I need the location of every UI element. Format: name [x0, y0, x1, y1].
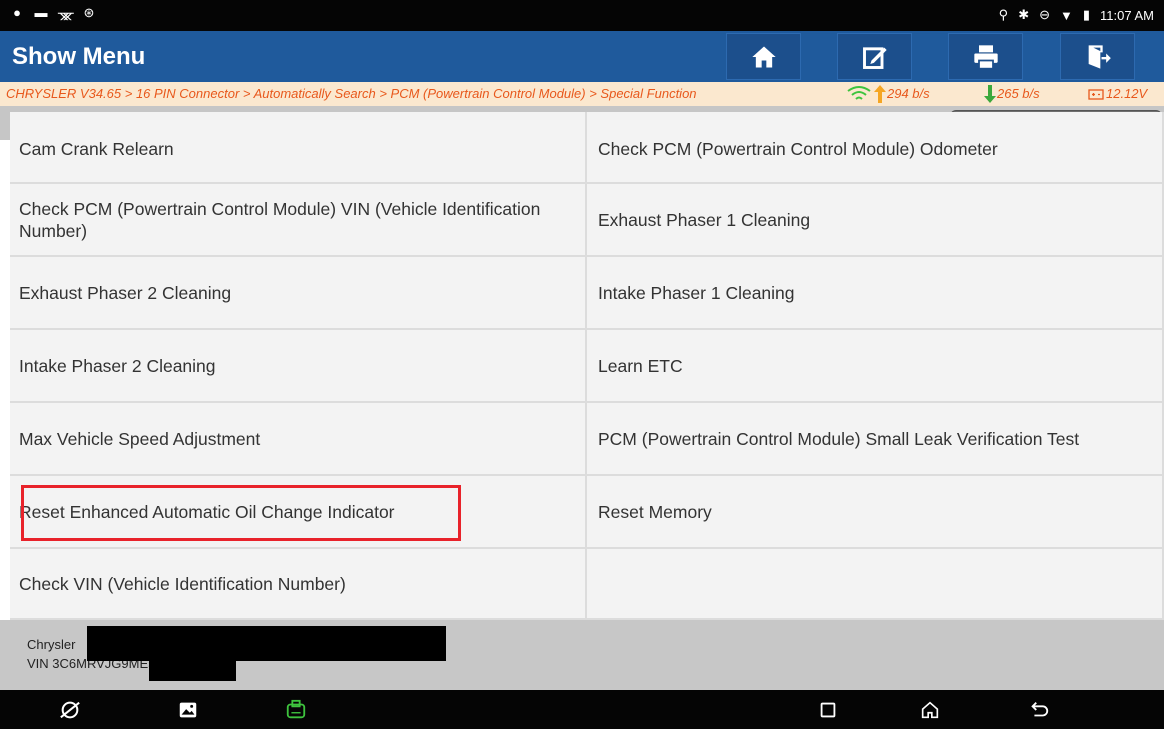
- breadcrumb-bar: CHRYSLER V34.65 > 16 PIN Connector > Aut…: [0, 82, 1164, 106]
- upload-arrow-icon: [874, 85, 886, 103]
- page-title: Show Menu: [12, 43, 146, 70]
- menu-item[interactable]: Check VIN (Vehicle Identification Number…: [10, 549, 587, 620]
- vehicle-make: Chrysler: [27, 637, 76, 652]
- status-bar: ● ▬ ᚘ ⊛ ⚲ ✱ ⊖ ▼ ▮ 11:07 AM: [0, 0, 1164, 31]
- menu-item-label: Intake Phaser 1 Cleaning: [598, 282, 795, 303]
- battery-icon: ▮: [1082, 7, 1091, 22]
- back-icon: [1031, 702, 1049, 717]
- edit-button[interactable]: [837, 33, 912, 80]
- menu-item-label: Exhaust Phaser 1 Cleaning: [598, 209, 811, 230]
- redaction-block: [149, 656, 236, 681]
- browser-icon: [60, 701, 80, 719]
- edit-icon: [862, 46, 887, 69]
- wifi-icon: ▼: [1060, 7, 1073, 23]
- navigation-bar: [0, 690, 1164, 729]
- system-status: ⚲ ✱ ⊖ ▼ ▮ 11:07 AM: [999, 7, 1154, 23]
- notification-icons: ● ▬ ᚘ ⊛: [10, 6, 96, 20]
- menu-item[interactable]: Max Vehicle Speed Adjustment: [10, 403, 587, 476]
- menu-item[interactable]: Exhaust Phaser 1 Cleaning: [587, 184, 1164, 257]
- clock: 11:07 AM: [1100, 7, 1154, 23]
- print-button[interactable]: [948, 33, 1023, 80]
- upload-speed: 294 b/s: [887, 86, 930, 101]
- back-button[interactable]: [1027, 698, 1051, 722]
- function-menu-grid: Cam Crank Relearn Check PCM (Powertrain …: [10, 112, 1164, 620]
- home-icon: [751, 46, 776, 67]
- menu-item[interactable]: Learn ETC: [587, 330, 1164, 403]
- menu-item-label: PCM (Powertrain Control Module) Small Le…: [598, 428, 1080, 449]
- bluetooth-icon: ✱: [1018, 7, 1030, 22]
- vci-icon: [286, 699, 306, 719]
- vci-button[interactable]: [284, 698, 308, 722]
- menu-item[interactable]: PCM (Powertrain Control Module) Small Le…: [587, 403, 1164, 476]
- vehicle-info-bar: Chrysler VIN 3C6MRVJG9ME5: [0, 620, 1164, 690]
- settings-notification-icon: ⊛: [83, 5, 95, 20]
- menu-item[interactable]: Reset Memory: [587, 476, 1164, 549]
- print-icon: [973, 44, 998, 70]
- highlight-box: [21, 485, 461, 541]
- menu-item[interactable]: Exhaust Phaser 2 Cleaning: [10, 257, 587, 330]
- battery-voltage-icon: [1088, 89, 1104, 100]
- usb-icon: ᚘ: [58, 5, 74, 20]
- home-button[interactable]: [726, 33, 801, 80]
- menu-item-label: Exhaust Phaser 2 Cleaning: [19, 282, 232, 303]
- exit-icon: [1088, 44, 1111, 69]
- home-nav-button[interactable]: [918, 698, 942, 722]
- download-arrow-icon: [984, 85, 996, 103]
- app-notification-icon: ●: [13, 5, 21, 20]
- menu-item[interactable]: Intake Phaser 1 Cleaning: [587, 257, 1164, 330]
- breadcrumb: CHRYSLER V34.65 > 16 PIN Connector > Aut…: [6, 86, 697, 101]
- redaction-block: [87, 626, 446, 661]
- gallery-icon: [179, 702, 197, 718]
- menu-item[interactable]: Intake Phaser 2 Cleaning: [10, 330, 587, 403]
- recents-button[interactable]: [816, 698, 840, 722]
- browser-button[interactable]: [58, 698, 82, 722]
- menu-item-label: Intake Phaser 2 Cleaning: [19, 355, 216, 376]
- menu-item-label: Cam Crank Relearn: [19, 139, 174, 159]
- dnd-icon: ⊖: [1039, 7, 1050, 22]
- menu-item-label: Check VIN (Vehicle Identification Number…: [19, 573, 346, 594]
- voltage: 12.12V: [1106, 86, 1148, 101]
- exit-button[interactable]: [1060, 33, 1135, 80]
- gallery-button[interactable]: [176, 698, 200, 722]
- menu-item[interactable]: Check PCM (Powertrain Control Module) VI…: [10, 184, 587, 257]
- menu-item-label: Check PCM (Powertrain Control Module) Od…: [598, 139, 998, 159]
- location-icon: ⚲: [998, 7, 1009, 22]
- title-bar: Show Menu: [0, 31, 1164, 82]
- menu-item-label: Max Vehicle Speed Adjustment: [19, 428, 261, 449]
- menu-item-empty: [587, 549, 1164, 620]
- home-outline-icon: [921, 701, 939, 719]
- menu-item[interactable]: Check PCM (Powertrain Control Module) Od…: [587, 112, 1164, 184]
- image-notification-icon: ▬: [34, 5, 48, 20]
- recents-icon: [820, 702, 836, 718]
- menu-item-label: Learn ETC: [598, 355, 683, 376]
- download-speed: 265 b/s: [997, 86, 1040, 101]
- wifi-signal-icon: [847, 86, 871, 100]
- menu-item-label: Check PCM (Powertrain Control Module) VI…: [19, 198, 541, 241]
- menu-item[interactable]: Cam Crank Relearn: [10, 112, 587, 184]
- menu-item-label: Reset Memory: [598, 501, 712, 522]
